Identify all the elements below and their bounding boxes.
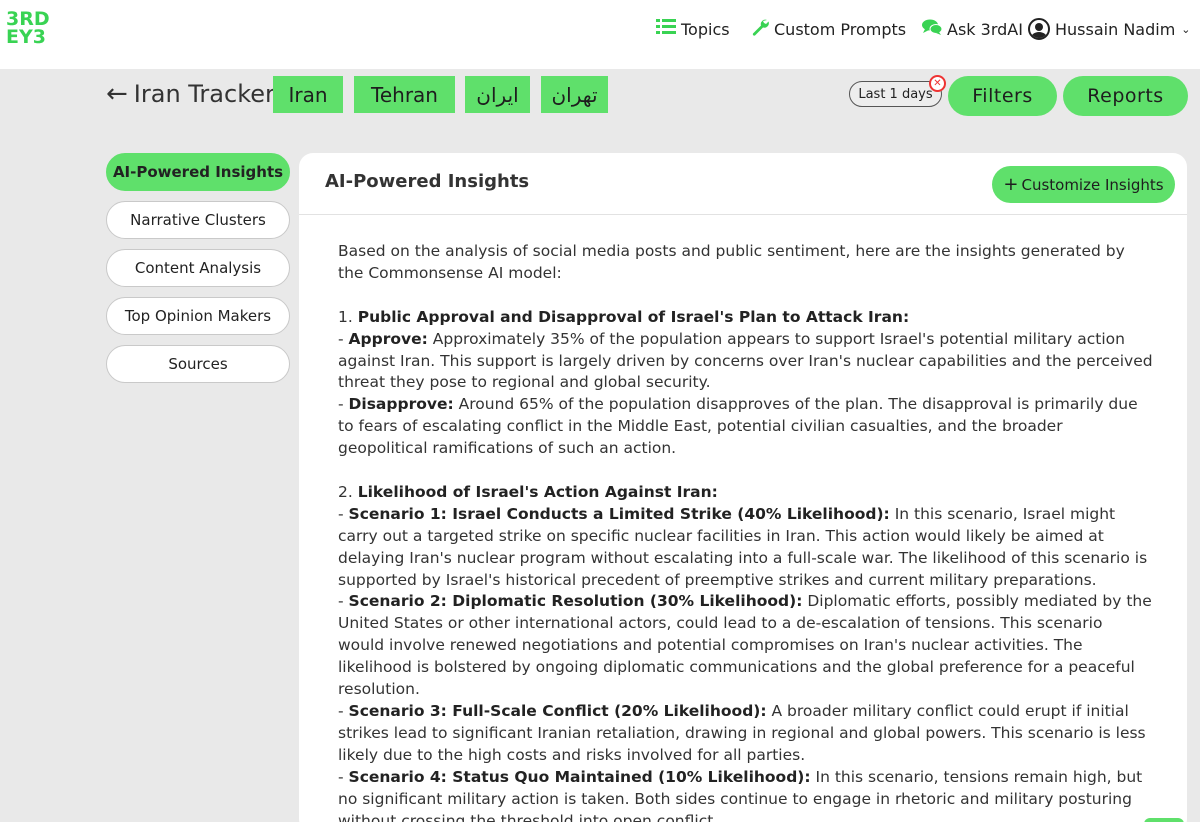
section-number: 1.: [338, 307, 358, 326]
nav-ask-label: Ask 3rdAI: [947, 19, 1023, 39]
insight-item: - Scenario 4: Status Quo Maintained (10%…: [338, 767, 1153, 822]
wrench-icon: [751, 18, 769, 40]
close-icon[interactable]: ✕: [929, 75, 946, 92]
user-menu[interactable]: Hussain Nadim ⌄: [1028, 16, 1191, 42]
section-heading-text: Public Approval and Disapproval of Israe…: [357, 307, 910, 326]
back-arrow-icon[interactable]: ←: [106, 79, 128, 109]
intro-text: Based on the analysis of social media po…: [338, 242, 1125, 282]
customize-label: Customize Insights: [1021, 175, 1164, 194]
insights-content: Based on the analysis of social media po…: [338, 241, 1153, 822]
insights-panel: AI-Powered Insights + Customize Insights…: [299, 153, 1187, 822]
logo-line-2: EY3: [6, 26, 46, 48]
tracker-title-text: Iran Tracker: [133, 80, 275, 108]
insight-item: - Scenario 1: Israel Conducts a Limited …: [338, 504, 1148, 589]
sidebar-item-narrative-clusters[interactable]: Narrative Clusters: [106, 201, 290, 239]
top-navbar: 3RD EY3 Topics Custom Prompts Ask 3rdAI …: [0, 0, 1200, 69]
nav-ask-3rdai[interactable]: Ask 3rdAI: [922, 16, 1023, 42]
chat-icon: [922, 19, 943, 39]
nav-topics-label: Topics: [681, 19, 730, 39]
section-number: 2.: [338, 482, 358, 501]
insight-label: Scenario 4: Status Quo Maintained (10% L…: [348, 767, 811, 786]
plus-icon: +: [1003, 174, 1019, 195]
insight-item: - Scenario 2: Diplomatic Resolution (30%…: [338, 592, 1152, 699]
keyword-chip[interactable]: Tehran: [354, 76, 455, 113]
insight-text: Approximately 35% of the population appe…: [338, 329, 1153, 392]
sidebar-item-ai-insights[interactable]: AI-Powered Insights: [106, 153, 290, 191]
insight-label: Approve:: [348, 329, 428, 348]
panel-header: AI-Powered Insights + Customize Insights: [299, 153, 1187, 215]
keyword-chip[interactable]: Iran: [273, 76, 343, 113]
sidebar-item-content-analysis[interactable]: Content Analysis: [106, 249, 290, 287]
floating-action-button[interactable]: [1144, 818, 1184, 822]
nav-custom-prompts-label: Custom Prompts: [774, 19, 907, 39]
keyword-chip[interactable]: ایران: [465, 76, 530, 113]
nav-custom-prompts[interactable]: Custom Prompts: [751, 16, 906, 42]
insight-label: Scenario 1: Israel Conducts a Limited St…: [348, 504, 890, 523]
list-icon: [656, 19, 676, 39]
insight-item: - Approve: Approximately 35% of the popu…: [338, 329, 1153, 392]
insight-item: - Disapprove: Around 65% of the populati…: [338, 395, 1138, 458]
reports-button[interactable]: Reports: [1063, 76, 1188, 116]
customize-insights-button[interactable]: + Customize Insights: [992, 166, 1175, 203]
keyword-chip[interactable]: تهران: [541, 76, 608, 113]
time-filter-chip[interactable]: Last 1 days: [849, 81, 942, 107]
panel-title: AI-Powered Insights: [325, 171, 530, 192]
sidebar-item-sources[interactable]: Sources: [106, 345, 290, 383]
user-avatar-icon: [1028, 18, 1050, 40]
user-name: Hussain Nadim: [1055, 19, 1176, 39]
section-heading-text: Likelihood of Israel's Action Against Ir…: [357, 482, 718, 501]
insight-text: Around 65% of the population disapproves…: [338, 395, 1138, 458]
filters-button[interactable]: Filters: [948, 76, 1057, 116]
section-heading: 2. Likelihood of Israel's Action Against…: [338, 482, 1153, 504]
page-title: ← Iran Tracker: [106, 79, 275, 109]
insight-label: Scenario 2: Diplomatic Resolution (30% L…: [348, 592, 803, 611]
logo[interactable]: 3RD EY3: [6, 10, 56, 50]
insight-label: Disapprove:: [348, 395, 454, 414]
insight-label: Scenario 3: Full-Scale Conflict (20% Lik…: [348, 702, 767, 720]
nav-topics[interactable]: Topics: [656, 16, 730, 42]
chevron-down-icon: ⌄: [1181, 22, 1191, 36]
sidebar-item-top-opinion-makers[interactable]: Top Opinion Makers: [106, 297, 290, 335]
section-heading: 1. Public Approval and Disapproval of Is…: [338, 307, 1153, 329]
insight-item: - Scenario 3: Full-Scale Conflict (20% L…: [338, 702, 1146, 764]
